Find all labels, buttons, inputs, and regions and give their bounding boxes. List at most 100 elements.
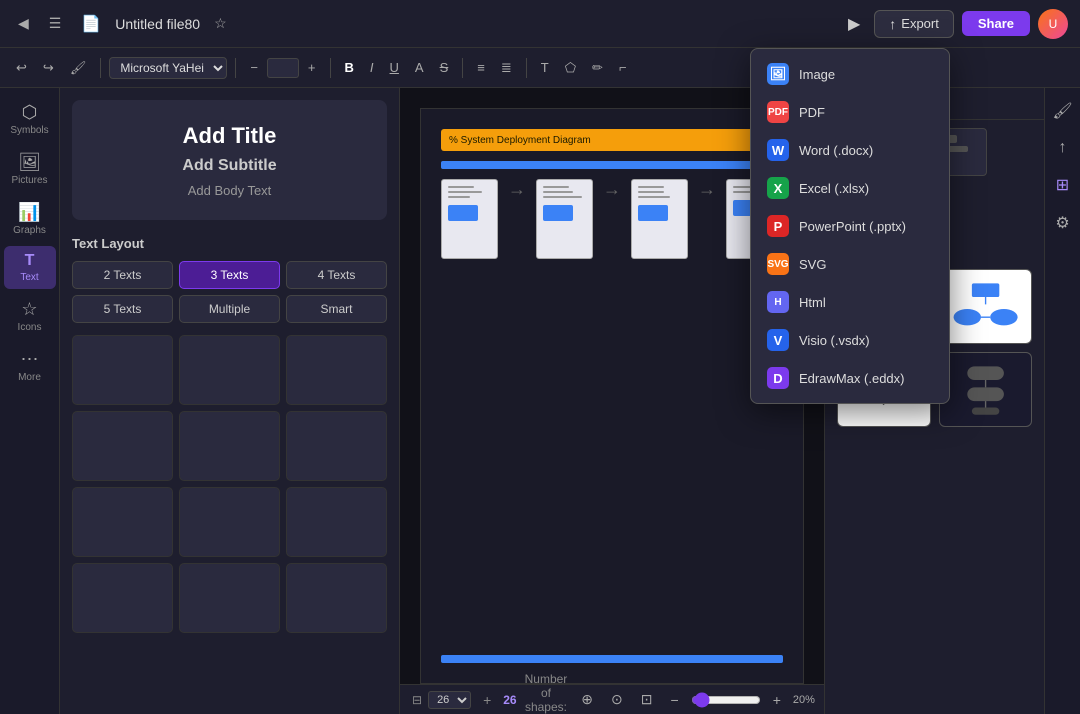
strikethrough-button[interactable]: S <box>434 57 455 78</box>
text-style-8[interactable] <box>179 487 280 557</box>
export-image-icon: 🖼 <box>767 63 789 85</box>
toolbar-sep-2 <box>235 58 236 78</box>
sidebar-item-text[interactable]: T Text <box>4 246 56 289</box>
text-style-7[interactable] <box>72 487 173 557</box>
fullscreen-button[interactable]: ⤢ <box>821 688 824 711</box>
export-visio[interactable]: V Visio (.vsdx) <box>751 321 949 359</box>
sidebar-item-icons[interactable]: ☆ Icons <box>4 293 56 339</box>
menu-button[interactable]: ☰ <box>43 11 68 36</box>
sidebar-icons: ⬡ Symbols 🖼 Pictures 📊 Graphs T Text ☆ I… <box>0 88 60 714</box>
text-style-2[interactable] <box>179 335 280 405</box>
export-powerpoint[interactable]: P PowerPoint (.pptx) <box>751 207 949 245</box>
pen-button[interactable]: ✏ <box>586 57 609 79</box>
canvas-frame: % System Deployment Diagram → <box>420 108 804 684</box>
font-size-input[interactable]: 10 <box>267 58 299 78</box>
text-format-button[interactable]: T <box>535 57 555 78</box>
export-excel[interactable]: X Excel (.xlsx) <box>751 169 949 207</box>
export-visio-icon: V <box>767 329 789 351</box>
text-style-10[interactable] <box>72 563 173 633</box>
italic-button[interactable]: I <box>364 57 380 78</box>
export-right-button[interactable]: ↑ <box>1054 134 1072 162</box>
shape-btn-3 <box>638 205 668 221</box>
layout-smart[interactable]: Smart <box>286 295 387 323</box>
symbols-icon: ⬡ <box>22 102 38 123</box>
export-word-label: Word (.docx) <box>799 143 873 158</box>
preview-title: Add Title <box>183 123 277 149</box>
export-word[interactable]: W Word (.docx) <box>751 131 949 169</box>
underline-button[interactable]: U <box>384 57 405 78</box>
layers-button[interactable]: ⊕ <box>575 688 599 711</box>
export-pdf[interactable]: PDF PDF <box>751 93 949 131</box>
graphs-icon: 📊 <box>18 202 40 223</box>
text-style-4[interactable] <box>72 411 173 481</box>
zoom-out-button[interactable]: − <box>665 689 685 711</box>
undo-button[interactable]: ↩ <box>10 57 33 79</box>
export-svg[interactable]: SVG SVG <box>751 245 949 283</box>
file-title: Untitled file80 <box>115 16 200 32</box>
layout-multiple[interactable]: Multiple <box>179 295 280 323</box>
add-page-button[interactable]: + <box>477 689 497 711</box>
layout-2texts[interactable]: 2 Texts <box>72 261 173 289</box>
more-sidebar-icon: ⋯ <box>21 349 39 370</box>
sidebar-item-more[interactable]: ⋯ More <box>4 343 56 389</box>
settings-right-button[interactable]: ⚙ <box>1050 208 1074 238</box>
font-family-select[interactable]: Microsoft YaHei <box>109 57 227 79</box>
text-style-9[interactable] <box>286 487 387 557</box>
sidebar-item-symbols[interactable]: ⬡ Symbols <box>4 96 56 142</box>
export-image[interactable]: 🖼 Image <box>751 55 949 93</box>
text-sidebar-icon: T <box>25 252 35 270</box>
export-html[interactable]: H Html <box>751 283 949 321</box>
text-style-1[interactable] <box>72 335 173 405</box>
sidebar-item-text-label: Text <box>20 272 38 283</box>
font-size-increase[interactable]: + <box>302 57 322 78</box>
font-size-decrease[interactable]: − <box>244 57 264 78</box>
canvas-shape-3 <box>631 179 688 259</box>
theme-card-2[interactable] <box>939 269 1033 344</box>
canvas-shape-1 <box>441 179 498 259</box>
export-powerpoint-label: PowerPoint (.pptx) <box>799 219 906 234</box>
layout-5texts[interactable]: 5 Texts <box>72 295 173 323</box>
export-edrawmax[interactable]: D EdrawMax (.eddx) <box>751 359 949 397</box>
page-icon: ⊟ <box>412 693 422 707</box>
zoom-in-button[interactable]: + <box>767 689 787 711</box>
sidebar-item-symbols-label: Symbols <box>10 125 48 136</box>
spacing-button[interactable]: ≣ <box>495 57 518 79</box>
text-style-12[interactable] <box>286 563 387 633</box>
avatar: U <box>1038 9 1068 39</box>
sidebar-item-graphs-label: Graphs <box>13 225 46 236</box>
layout-3texts[interactable]: 3 Texts <box>179 261 280 289</box>
page-select[interactable]: 26 <box>428 691 471 709</box>
text-style-5[interactable] <box>179 411 280 481</box>
redo-button[interactable]: ↪ <box>37 57 60 79</box>
toolbar-sep-3 <box>330 58 331 78</box>
paint-right-button[interactable]: 🖌 <box>1047 96 1077 126</box>
text-style-3[interactable] <box>286 335 387 405</box>
bold-button[interactable]: B <box>339 57 360 78</box>
export-image-label: Image <box>799 67 835 82</box>
back-button[interactable]: ◀ <box>12 11 35 36</box>
bottom-bar: ⊟ 26 + 26 Number of shapes: 30 ⊕ ⊙ ⊡ − +… <box>400 684 824 714</box>
paint-button[interactable]: 🖌 <box>64 57 93 79</box>
align-button[interactable]: ≡ <box>471 57 491 78</box>
export-excel-icon: X <box>767 177 789 199</box>
share-button[interactable]: Share <box>962 11 1030 36</box>
theme-card-4[interactable] <box>939 352 1033 427</box>
zoom-slider[interactable] <box>691 692 761 708</box>
play-button[interactable]: ▶ <box>842 10 866 38</box>
export-button[interactable]: ↑ Export <box>874 10 954 38</box>
map-button[interactable]: ⊡ <box>635 688 659 711</box>
font-color-button[interactable]: A <box>409 57 430 78</box>
corner-button[interactable]: ⌐ <box>613 57 633 78</box>
sidebar-item-graphs[interactable]: 📊 Graphs <box>4 196 56 242</box>
camera-button[interactable]: ⊙ <box>605 688 629 711</box>
canvas-inner: % System Deployment Diagram → <box>421 109 803 683</box>
sidebar-item-pictures[interactable]: 🖼 Pictures <box>4 146 56 192</box>
layout-4texts[interactable]: 4 Texts <box>286 261 387 289</box>
shape-button[interactable]: ⬠ <box>559 57 582 79</box>
text-style-11[interactable] <box>179 563 280 633</box>
shape-line-1 <box>448 186 474 188</box>
export-edrawmax-label: EdrawMax (.eddx) <box>799 371 904 386</box>
text-style-6[interactable] <box>286 411 387 481</box>
grid-right-button[interactable]: ⊞ <box>1051 170 1074 200</box>
star-button[interactable]: ☆ <box>208 11 233 36</box>
